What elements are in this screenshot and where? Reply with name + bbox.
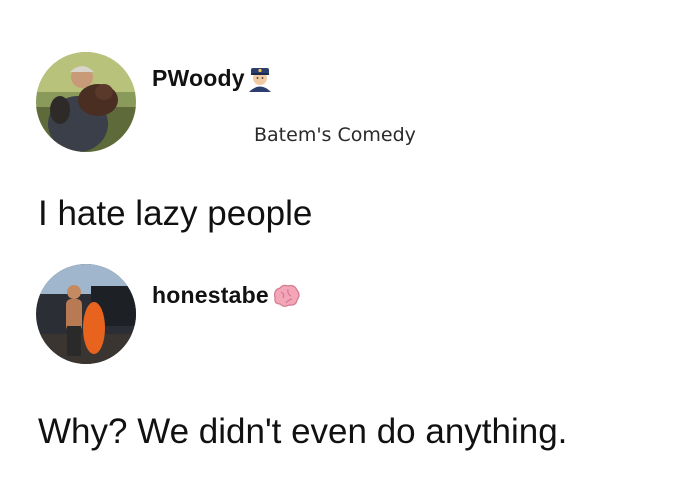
author-username[interactable]: PWoody — [152, 64, 273, 92]
watermark-text: Batem's Comedy — [254, 124, 416, 146]
profile-photo-person-with-dog-icon — [36, 52, 136, 152]
avatar-pwoody[interactable] — [36, 52, 136, 152]
avatar-honestabe[interactable] — [36, 264, 136, 364]
author-username-label: PWoody — [152, 64, 245, 91]
profile-photo-person-with-kayak-icon — [36, 264, 136, 364]
reply-body: Why? We didn't even do anything. — [38, 412, 568, 451]
police-officer-icon — [247, 64, 273, 92]
reply-username-label: honestabe — [152, 282, 269, 308]
reply-username[interactable]: honestabe — [152, 282, 301, 309]
brain-icon — [271, 283, 301, 309]
post-body: I hate lazy people — [38, 194, 313, 233]
